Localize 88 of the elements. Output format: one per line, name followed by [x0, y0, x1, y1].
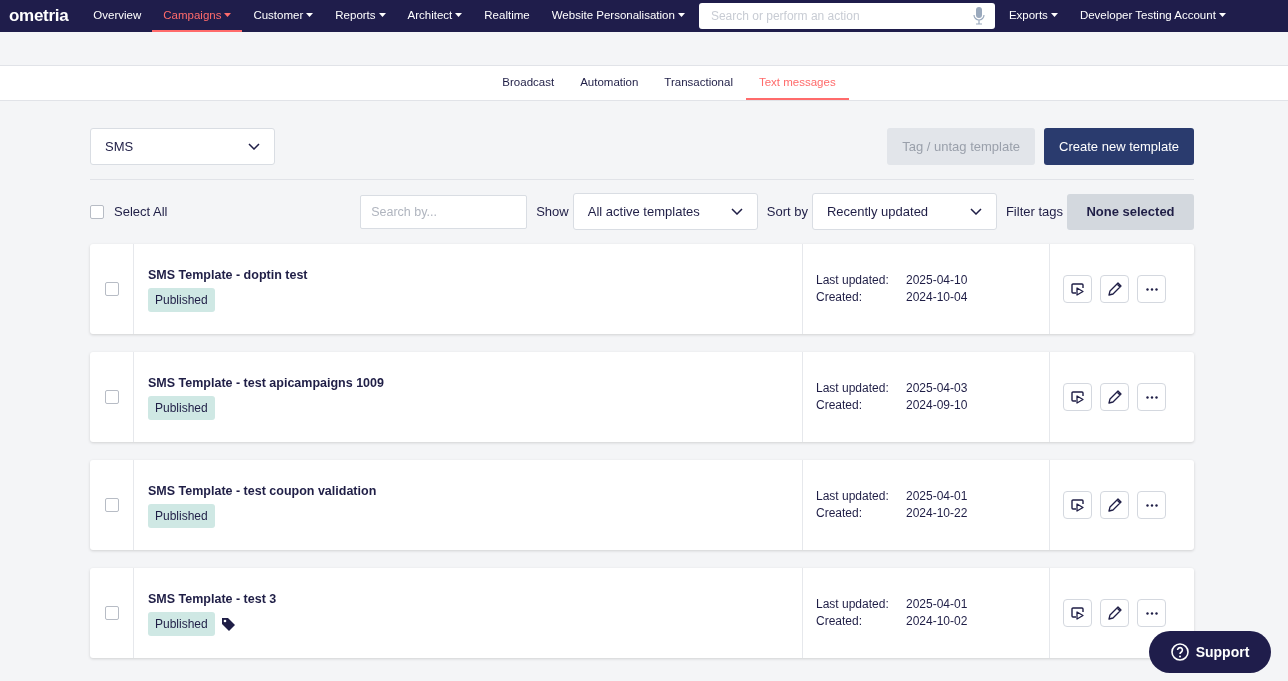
more-icon — [1145, 395, 1158, 399]
preview-icon — [1070, 282, 1085, 296]
status-badge: Published — [148, 612, 215, 636]
edit-button[interactable] — [1100, 599, 1129, 627]
updated-label: Last updated: — [816, 597, 890, 611]
created-label: Created: — [816, 290, 864, 304]
channel-dropdown[interactable]: SMS — [90, 128, 275, 165]
created-date: 2024-09-10 — [906, 398, 969, 412]
more-icon — [1145, 287, 1158, 291]
pencil-icon — [1106, 281, 1123, 297]
template-name[interactable]: SMS Template - doptin test — [148, 268, 788, 282]
template-name[interactable]: SMS Template - test 3 — [148, 592, 788, 606]
caret-icon — [455, 13, 463, 17]
updated-date: 2025-04-03 — [906, 381, 969, 395]
nav-item[interactable]: Website Personalisation — [540, 0, 696, 32]
created-date: 2024-10-22 — [906, 506, 969, 520]
preview-button[interactable] — [1063, 275, 1092, 303]
created-date: 2024-10-04 — [906, 290, 969, 304]
nav-item[interactable]: Realtime — [473, 0, 541, 32]
more-button[interactable] — [1137, 599, 1166, 627]
preview-button[interactable] — [1063, 599, 1092, 627]
checkbox[interactable] — [104, 498, 119, 512]
created-label: Created: — [816, 398, 864, 412]
more-button[interactable] — [1137, 491, 1166, 519]
caret-icon — [677, 13, 685, 17]
filter-label: Filter tags — [1005, 204, 1063, 219]
sort-dropdown[interactable]: Recently updated — [811, 193, 997, 230]
search-field[interactable]: Search by... — [360, 194, 528, 229]
caret-icon — [224, 13, 232, 17]
template-name[interactable]: SMS Template - test apicampaigns 1009 — [148, 376, 788, 390]
filter-tags-button[interactable]: None selected — [1067, 193, 1194, 230]
more-icon — [1145, 611, 1158, 615]
status-badge: Published — [148, 396, 215, 420]
nav-item[interactable]: Architect — [396, 0, 474, 32]
more-button[interactable] — [1137, 275, 1166, 303]
chevron-down-icon — [248, 143, 260, 150]
pencil-icon — [1106, 605, 1123, 621]
preview-button[interactable] — [1063, 491, 1092, 519]
caret-icon — [1050, 13, 1058, 17]
checkbox[interactable] — [104, 606, 119, 620]
updated-date: 2025-04-01 — [906, 597, 969, 611]
checkbox[interactable] — [104, 390, 119, 404]
tab[interactable]: Transactional — [651, 66, 746, 100]
preview-icon — [1070, 606, 1085, 620]
nav-item[interactable]: Developer Testing Account — [1068, 0, 1237, 32]
preview-icon — [1070, 498, 1085, 512]
nav-item[interactable]: Exports — [997, 0, 1069, 32]
updated-label: Last updated: — [816, 489, 890, 503]
tab[interactable]: Broadcast — [489, 66, 568, 100]
sort-label: Sort by — [766, 204, 808, 219]
logo[interactable]: ometria — [9, 6, 69, 26]
preview-icon — [1070, 390, 1085, 404]
support-button[interactable]: Support — [1149, 631, 1271, 673]
updated-label: Last updated: — [816, 273, 890, 287]
nav-item[interactable]: Overview — [82, 0, 153, 32]
caret-icon — [306, 13, 314, 17]
created-label: Created: — [816, 614, 864, 628]
show-label: Show — [536, 204, 569, 219]
pencil-icon — [1106, 497, 1123, 513]
microphone-icon[interactable] — [972, 6, 985, 26]
template-name[interactable]: SMS Template - test coupon validation — [148, 484, 788, 498]
caret-icon — [378, 13, 386, 17]
show-dropdown[interactable]: All active templates — [572, 193, 758, 230]
status-badge: Published — [148, 288, 215, 312]
nav-item[interactable]: Campaigns — [152, 0, 243, 32]
template-button[interactable]: Create new template — [1044, 128, 1194, 165]
updated-label: Last updated: — [816, 381, 890, 395]
more-button[interactable] — [1137, 383, 1166, 411]
preview-button[interactable] — [1063, 383, 1092, 411]
more-icon — [1145, 503, 1158, 507]
status-badge: Published — [148, 504, 215, 528]
created-label: Created: — [816, 506, 864, 520]
checkbox[interactable] — [104, 282, 119, 296]
chevron-down-icon — [730, 208, 743, 215]
nav-item[interactable]: Reports — [324, 0, 397, 32]
nav-item[interactable]: Customer — [242, 0, 325, 32]
updated-date: 2025-04-10 — [906, 273, 969, 287]
edit-button[interactable] — [1100, 491, 1129, 519]
caret-icon — [1218, 13, 1226, 17]
edit-button[interactable] — [1100, 275, 1129, 303]
updated-date: 2025-04-01 — [906, 489, 969, 503]
edit-button[interactable] — [1100, 383, 1129, 411]
select-all-checkbox[interactable]: Select All — [90, 204, 168, 219]
pencil-icon — [1106, 389, 1123, 405]
tab[interactable]: Automation — [567, 66, 652, 100]
created-date: 2024-10-02 — [906, 614, 969, 628]
help-icon — [1170, 643, 1189, 661]
chevron-down-icon — [969, 208, 982, 215]
